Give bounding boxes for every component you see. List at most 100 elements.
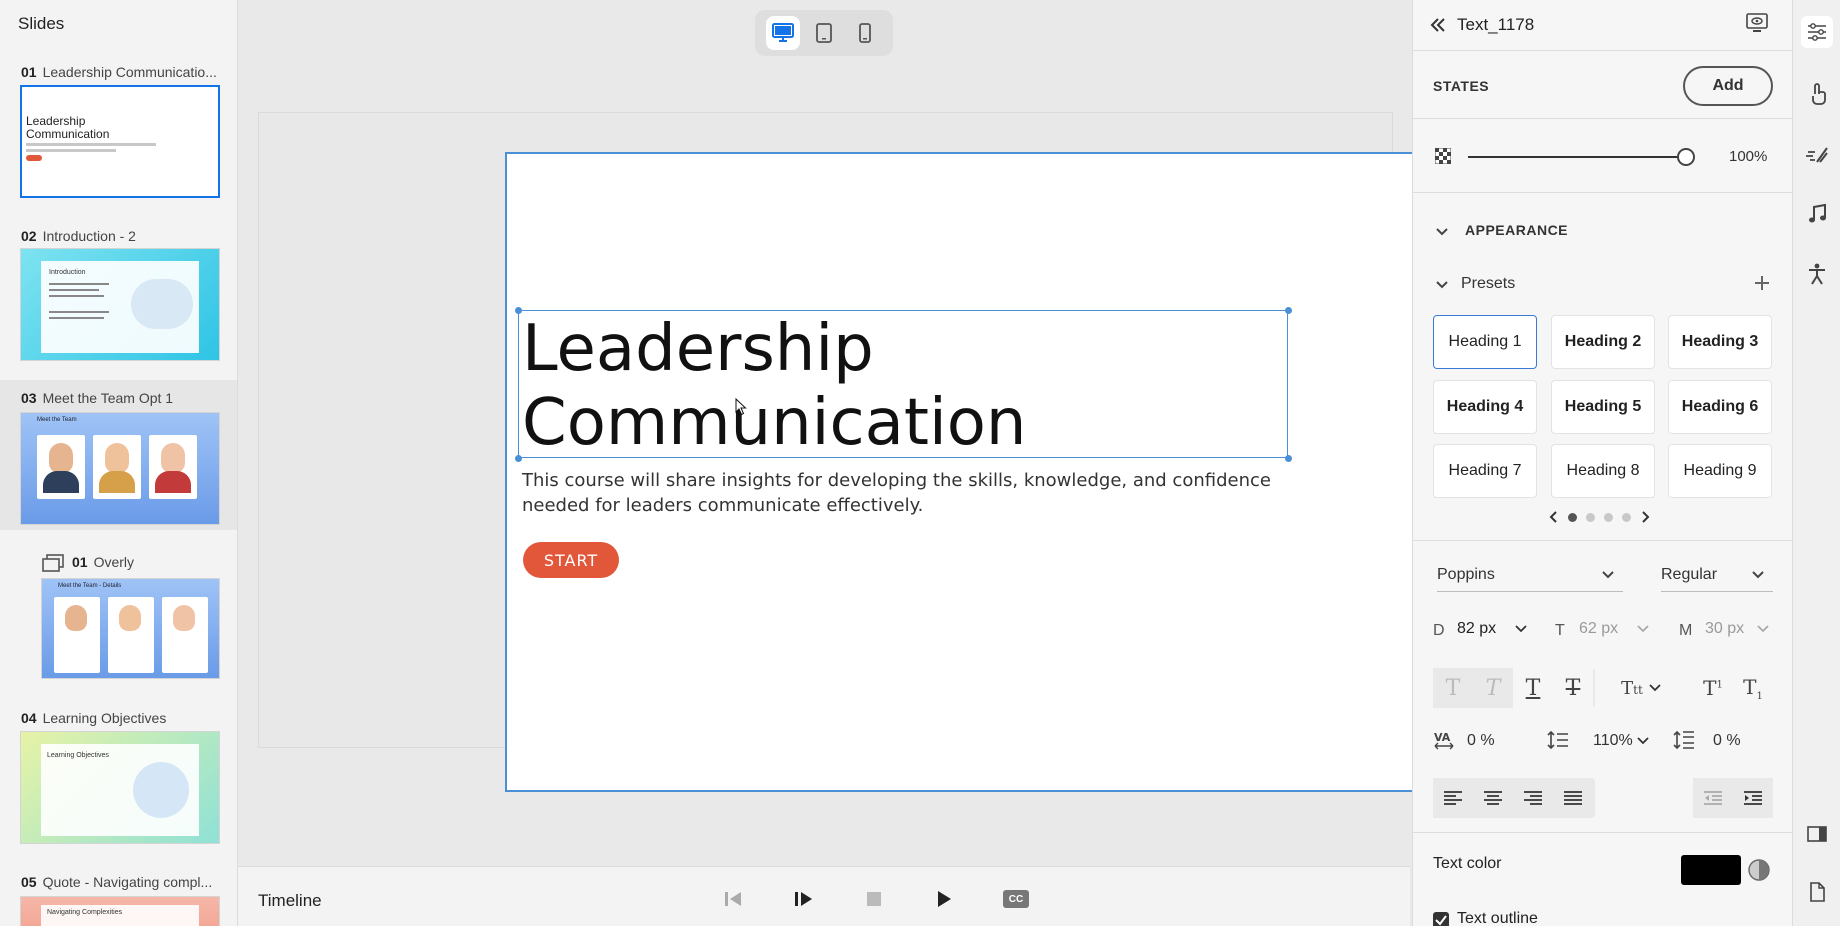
- bold-button[interactable]: T: [1433, 668, 1473, 708]
- slide-thumbnail[interactable]: Navigating Complexities: [20, 896, 220, 926]
- play-button[interactable]: [930, 885, 958, 913]
- appearance-label[interactable]: APPEARANCE: [1465, 222, 1568, 238]
- slide-title-text[interactable]: Leadership Communication: [522, 312, 1026, 460]
- chevron-left-icon[interactable]: [1549, 510, 1559, 524]
- stop-button[interactable]: [860, 885, 888, 913]
- text-case-button[interactable]: Ttt: [1613, 668, 1669, 708]
- strikethrough-icon: T: [1565, 675, 1581, 701]
- add-state-button[interactable]: Add: [1683, 66, 1773, 106]
- chevron-down-icon[interactable]: [1637, 625, 1649, 633]
- panel-layout-tab[interactable]: [1801, 818, 1833, 850]
- paragraph-spacing-value[interactable]: 0 %: [1713, 732, 1741, 750]
- text-outline-checkbox[interactable]: [1433, 912, 1449, 926]
- step-play-button[interactable]: [790, 885, 818, 913]
- tablet-view-button[interactable]: [807, 16, 841, 50]
- thumbnail-title: Navigating Complexities: [47, 909, 123, 916]
- slide-item-5[interactable]: 05 Quote - Navigating compl... Navigating…: [0, 870, 237, 926]
- slide-item-3[interactable]: 03 Meet the Team Opt 1 Meet the Team: [0, 380, 237, 530]
- previous-button[interactable]: [720, 885, 748, 913]
- slide-thumbnail[interactable]: Introduction: [20, 248, 220, 361]
- preset-heading-8[interactable]: Heading 8: [1551, 444, 1655, 498]
- mobile-view-button[interactable]: [848, 16, 882, 50]
- preview-button[interactable]: [1745, 12, 1769, 39]
- strikethrough-button[interactable]: T: [1553, 668, 1593, 708]
- tablet-font-size[interactable]: 62 px: [1579, 620, 1618, 638]
- align-justify-button[interactable]: [1553, 778, 1593, 818]
- italic-button[interactable]: T: [1473, 668, 1513, 708]
- presets-toggle[interactable]: [1435, 277, 1449, 295]
- document-tab[interactable]: [1801, 876, 1833, 908]
- mobile-size-label: M: [1679, 622, 1693, 639]
- slide-thumbnail[interactable]: Meet the Team: [20, 412, 220, 525]
- font-family-select[interactable]: Poppins: [1437, 558, 1623, 592]
- opacity-slider-track[interactable]: [1468, 156, 1684, 158]
- preset-heading-6[interactable]: Heading 6: [1668, 380, 1772, 434]
- pager-dot[interactable]: [1604, 512, 1613, 522]
- preset-heading-1[interactable]: Heading 1: [1433, 315, 1537, 369]
- accessibility-tab[interactable]: [1801, 258, 1833, 290]
- preset-heading-5[interactable]: Heading 5: [1551, 380, 1655, 434]
- interactions-tab[interactable]: [1801, 78, 1833, 110]
- align-left-button[interactable]: [1433, 778, 1473, 818]
- chevron-right-icon[interactable]: [1640, 510, 1650, 524]
- chevron-down-icon[interactable]: [1515, 625, 1527, 633]
- divider: [1413, 192, 1792, 193]
- subscript-button[interactable]: T1: [1733, 668, 1773, 708]
- superscript-button[interactable]: T1: [1693, 668, 1733, 708]
- audio-tab[interactable]: [1801, 198, 1833, 230]
- slide-item-4[interactable]: 04 Learning Objectives Learning Objective…: [0, 706, 237, 846]
- mobile-font-size[interactable]: 30 px: [1705, 620, 1744, 638]
- animations-tab[interactable]: [1801, 138, 1833, 170]
- desktop-font-size[interactable]: 82 px: [1457, 620, 1496, 638]
- chevron-down-icon[interactable]: [1637, 737, 1649, 745]
- thumbnail-title: Learning Objectives: [47, 752, 109, 759]
- add-preset-button[interactable]: [1753, 274, 1771, 297]
- slide-item-1[interactable]: 01 Leadership Communicatio... Leadership …: [0, 60, 237, 210]
- start-button[interactable]: START: [523, 542, 619, 578]
- slide-description-text[interactable]: This course will share insights for deve…: [522, 468, 1302, 518]
- desktop-view-button[interactable]: [766, 16, 801, 50]
- opacity-value[interactable]: 100%: [1729, 148, 1767, 165]
- letter-spacing-value[interactable]: 0 %: [1467, 732, 1495, 750]
- line-height-value[interactable]: 110%: [1593, 732, 1633, 750]
- appearance-toggle[interactable]: [1435, 224, 1449, 242]
- resize-handle[interactable]: [1285, 307, 1292, 314]
- align-center-button[interactable]: [1473, 778, 1513, 818]
- pager-dot[interactable]: [1622, 512, 1631, 522]
- closed-captions-button[interactable]: CC: [1000, 885, 1032, 913]
- color-picker-button[interactable]: [1747, 858, 1771, 887]
- font-weight-select[interactable]: Regular: [1661, 558, 1773, 592]
- preset-heading-4[interactable]: Heading 4: [1433, 380, 1537, 434]
- collapse-panel-button[interactable]: [1429, 16, 1447, 39]
- slide-thumbnail[interactable]: Leadership Communication: [20, 85, 220, 198]
- preset-heading-2[interactable]: Heading 2: [1551, 315, 1655, 369]
- indent-button[interactable]: [1733, 778, 1773, 818]
- slide-item-overly[interactable]: 01 Overly Meet the Team - Details: [0, 548, 237, 688]
- slide-thumbnail[interactable]: Meet the Team - Details: [41, 578, 220, 679]
- preset-heading-9[interactable]: Heading 9: [1668, 444, 1772, 498]
- chevron-down-icon[interactable]: [1757, 625, 1769, 633]
- presets-label[interactable]: Presets: [1461, 275, 1515, 293]
- slide-item-2[interactable]: 02 Introduction - 2 Introduction: [0, 226, 237, 366]
- resize-handle[interactable]: [515, 455, 522, 462]
- opacity-slider-handle[interactable]: [1677, 148, 1695, 166]
- thumbnail-text-line: [49, 311, 109, 313]
- slide-thumbnail[interactable]: Learning Objectives: [20, 731, 220, 844]
- object-name[interactable]: Text_1178: [1457, 15, 1534, 35]
- align-right-button[interactable]: [1513, 778, 1553, 818]
- letter-spacing-icon: VA: [1434, 731, 1454, 750]
- outdent-button[interactable]: [1693, 778, 1733, 818]
- timeline-label[interactable]: Timeline: [258, 891, 322, 911]
- slide-title: Learning Objectives: [42, 710, 167, 726]
- resize-handle[interactable]: [1285, 455, 1292, 462]
- indent-icon: [1744, 791, 1762, 805]
- resize-handle[interactable]: [515, 307, 522, 314]
- align-left-icon: [1444, 791, 1462, 805]
- pager-dot[interactable]: [1568, 512, 1577, 522]
- text-color-swatch[interactable]: [1681, 855, 1741, 885]
- preset-heading-7[interactable]: Heading 7: [1433, 444, 1537, 498]
- pager-dot[interactable]: [1586, 512, 1595, 522]
- properties-tab[interactable]: [1801, 16, 1833, 48]
- underline-button[interactable]: T: [1513, 668, 1553, 708]
- preset-heading-3[interactable]: Heading 3: [1668, 315, 1772, 369]
